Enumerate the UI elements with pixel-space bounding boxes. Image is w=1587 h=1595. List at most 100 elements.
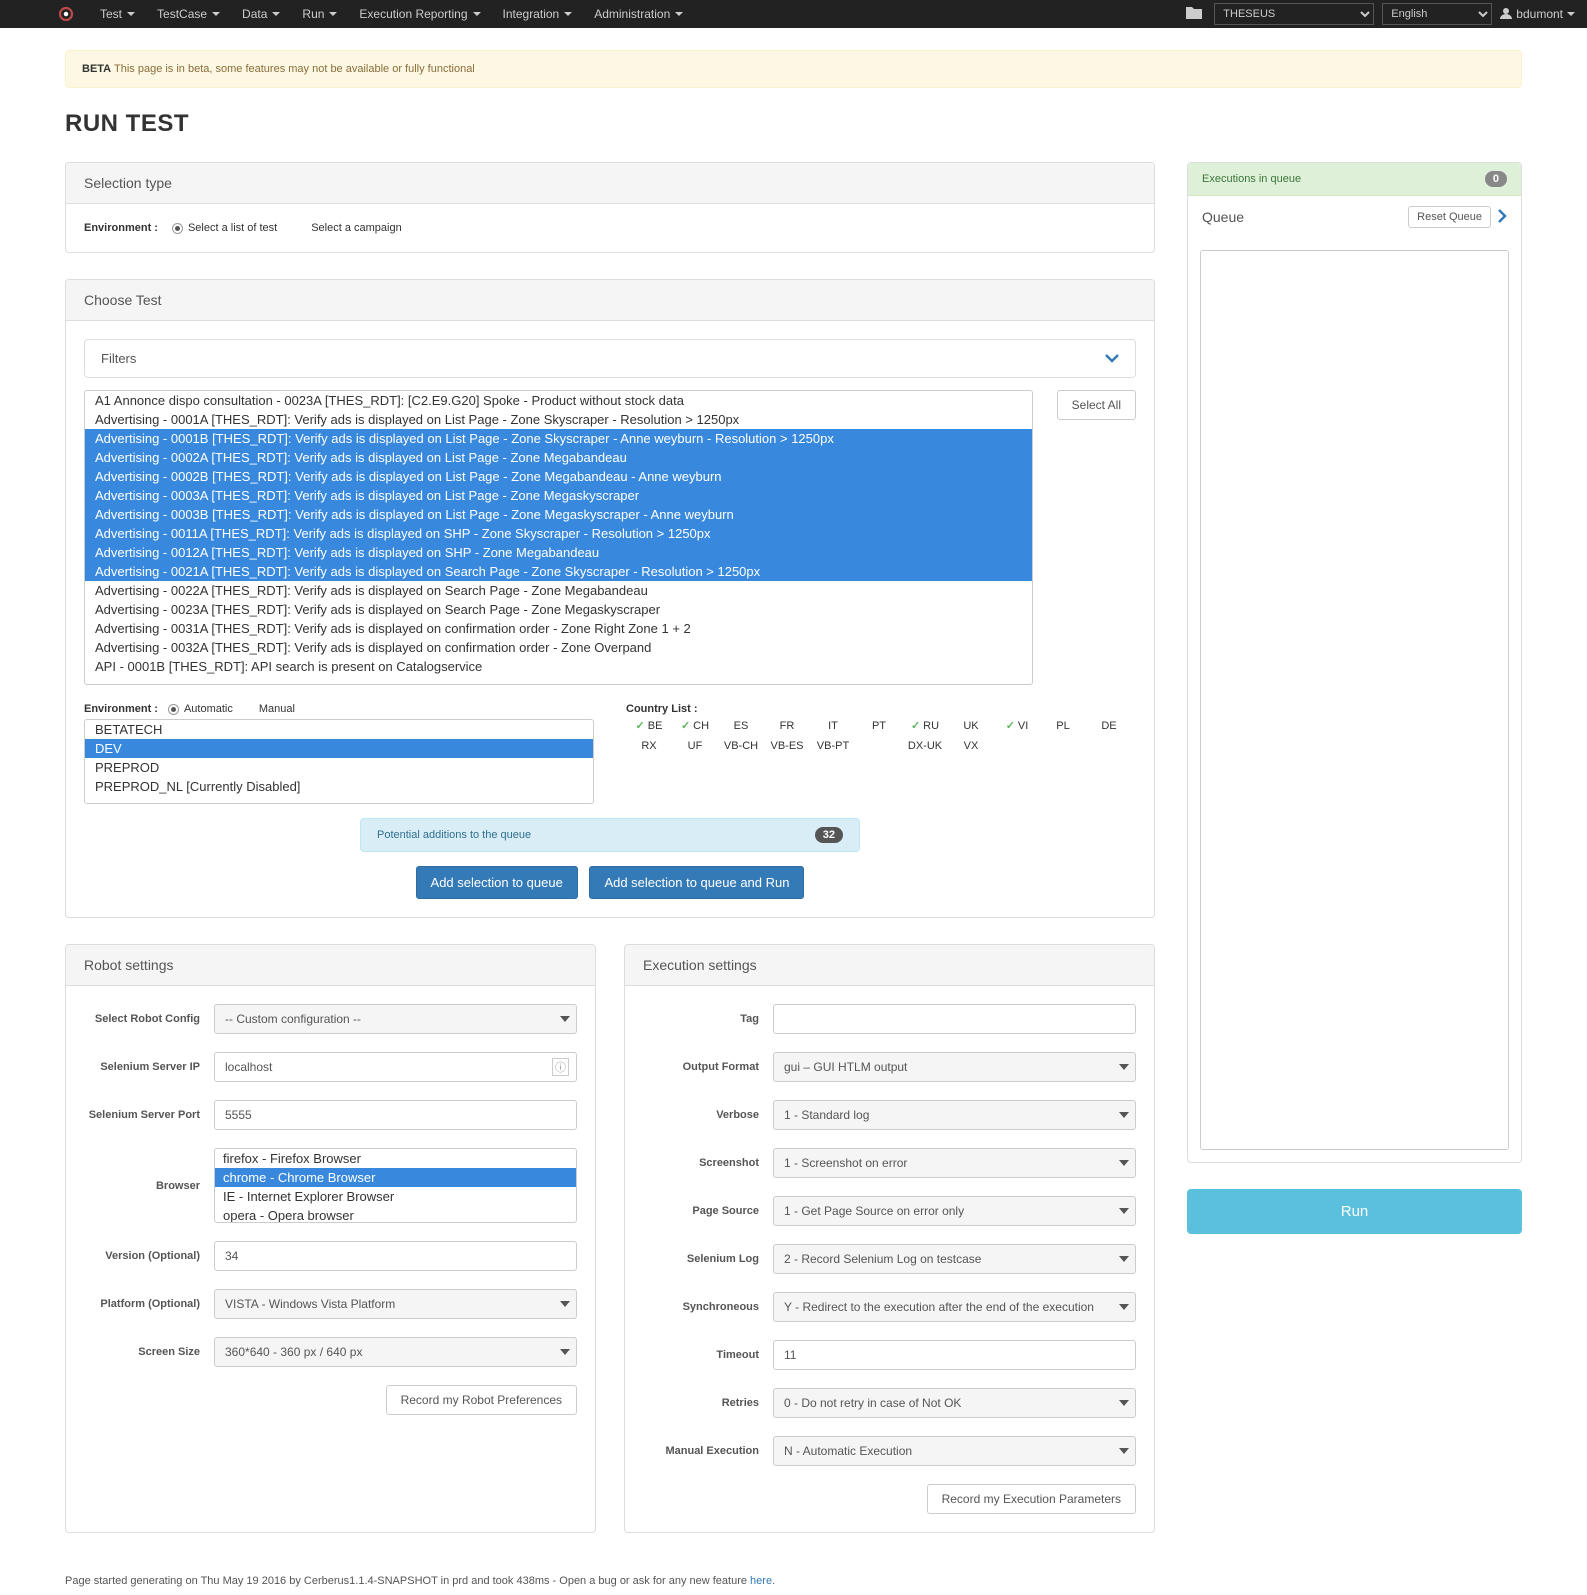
caret-icon — [564, 12, 572, 16]
country-checkbox[interactable]: UK — [948, 719, 994, 732]
test-list-item[interactable]: API - 0001B [THES_RDT]: API search is pr… — [85, 657, 1032, 676]
country-checkbox[interactable]: FR — [764, 719, 810, 732]
caret-icon — [212, 12, 220, 16]
country-checkbox[interactable]: IT — [810, 719, 856, 732]
test-list-item[interactable]: A1 Annonce dispo consultation - 0023A [T… — [85, 391, 1032, 410]
record-robot-prefs-button[interactable]: Record my Robot Preferences — [386, 1385, 577, 1415]
retries-select[interactable]: 0 - Do not retry in case of Not OK — [773, 1388, 1136, 1418]
output-format-select[interactable]: gui – GUI HTLM output — [773, 1052, 1136, 1082]
selenium-port-input[interactable] — [214, 1100, 577, 1130]
radio-list-of-test[interactable]: Select a list of test — [172, 222, 277, 234]
country-checkbox[interactable]: ✓VI — [994, 719, 1040, 732]
country-checkbox[interactable]: ✓BE — [626, 719, 672, 732]
test-list-item[interactable]: Advertising - 0022A [THES_RDT]: Verify a… — [85, 581, 1032, 600]
test-list-item[interactable]: Advertising - 0001B [THES_RDT]: Verify a… — [85, 429, 1032, 448]
timeout-input[interactable] — [773, 1340, 1136, 1370]
test-list-item[interactable]: Advertising - 0023A [THES_RDT]: Verify a… — [85, 600, 1032, 619]
country-checkbox[interactable]: DX-UK — [902, 740, 948, 752]
country-checkbox[interactable]: UF — [672, 740, 718, 752]
tag-input[interactable] — [773, 1004, 1136, 1034]
version-input[interactable] — [214, 1241, 577, 1271]
verbose-select[interactable]: 1 - Standard log — [773, 1100, 1136, 1130]
browser-list[interactable]: firefox - Firefox Browserchrome - Chrome… — [214, 1148, 577, 1223]
country-checkbox[interactable]: PT — [856, 719, 902, 732]
selenium-log-select[interactable]: 2 - Record Selenium Log on testcase — [773, 1244, 1136, 1274]
env-list-item[interactable]: PREPROD — [85, 758, 593, 777]
radio-automatic[interactable]: Automatic — [168, 703, 233, 715]
nav-administration[interactable]: Administration — [583, 7, 694, 21]
manual-exec-select[interactable]: N - Automatic Execution — [773, 1436, 1136, 1466]
nav-test[interactable]: Test — [89, 7, 146, 21]
nav-run[interactable]: Run — [291, 7, 348, 21]
robot-config-select[interactable]: -- Custom configuration -- — [214, 1004, 577, 1034]
record-exec-params-button[interactable]: Record my Execution Parameters — [927, 1484, 1136, 1514]
verbose-label: Verbose — [643, 1109, 773, 1121]
caret-icon — [329, 12, 337, 16]
country-checkbox[interactable]: DE — [1086, 719, 1132, 732]
sync-select[interactable]: Y - Redirect to the execution after the … — [773, 1292, 1136, 1322]
folder-icon[interactable] — [1186, 7, 1202, 22]
screenshot-select[interactable]: 1 - Screenshot on error — [773, 1148, 1136, 1178]
nav-testcase[interactable]: TestCase — [146, 7, 231, 21]
country-checkbox[interactable]: ✓RU — [902, 719, 948, 732]
browser-label: Browser — [84, 1180, 214, 1192]
test-list-item[interactable]: Advertising - 0031A [THES_RDT]: Verify a… — [85, 619, 1032, 638]
test-list-item[interactable]: Advertising - 0003B [THES_RDT]: Verify a… — [85, 505, 1032, 524]
nav-execution-reporting[interactable]: Execution Reporting — [348, 7, 491, 21]
reset-queue-button[interactable]: Reset Queue — [1408, 206, 1491, 228]
country-checkbox[interactable]: ✓CH — [672, 719, 718, 732]
app-logo — [57, 5, 75, 23]
caret-icon — [127, 12, 135, 16]
env-list-item[interactable]: DEV — [85, 739, 593, 758]
check-icon: ✓ — [636, 719, 645, 732]
country-checkbox[interactable]: VB-PT — [810, 740, 856, 752]
selection-type-heading: Selection type — [66, 163, 1154, 204]
country-checkbox[interactable]: VB-CH — [718, 740, 764, 752]
platform-label: Platform (Optional) — [84, 1298, 214, 1310]
select-all-button[interactable]: Select All — [1057, 390, 1136, 420]
footer-here-link[interactable]: here — [750, 1575, 772, 1587]
browser-list-item[interactable]: chrome - Chrome Browser — [215, 1168, 576, 1187]
run-button[interactable]: Run — [1187, 1189, 1522, 1234]
test-list-item[interactable]: Advertising - 0003A [THES_RDT]: Verify a… — [85, 486, 1032, 505]
add-to-queue-button[interactable]: Add selection to queue — [416, 866, 578, 899]
env-list[interactable]: BETATECHDEVPREPRODPREPROD_NL [Currently … — [84, 719, 594, 804]
chevron-right-icon[interactable] — [1497, 209, 1507, 226]
selenium-ip-label: Selenium Server IP — [84, 1061, 214, 1073]
add-to-queue-and-run-button[interactable]: Add selection to queue and Run — [589, 866, 804, 899]
browser-list-item[interactable]: IE - Internet Explorer Browser — [215, 1187, 576, 1206]
execution-settings-heading: Execution settings — [625, 945, 1154, 986]
test-list-item[interactable]: Advertising - 0032A [THES_RDT]: Verify a… — [85, 638, 1032, 657]
country-checkbox[interactable]: VB-ES — [764, 740, 810, 752]
test-list[interactable]: A1 Annonce dispo consultation - 0023A [T… — [84, 390, 1033, 685]
selenium-ip-input[interactable] — [214, 1052, 577, 1082]
test-list-item[interactable]: Advertising - 0021A [THES_RDT]: Verify a… — [85, 562, 1032, 581]
country-checkbox[interactable]: PL — [1040, 719, 1086, 732]
country-checkbox[interactable]: RX — [626, 740, 672, 752]
nav-data[interactable]: Data — [231, 7, 291, 21]
env-list-item[interactable]: BETATECH — [85, 720, 593, 739]
executions-count-badge: 0 — [1485, 171, 1507, 187]
test-list-item[interactable]: Advertising - 0001A [THES_RDT]: Verify a… — [85, 410, 1032, 429]
pagesource-select[interactable]: 1 - Get Page Source on error only — [773, 1196, 1136, 1226]
nav-integration[interactable]: Integration — [492, 7, 584, 21]
test-list-item[interactable]: Advertising - 0011A [THES_RDT]: Verify a… — [85, 524, 1032, 543]
language-select[interactable]: English — [1382, 3, 1492, 25]
screen-size-select[interactable]: 360*640 - 360 px / 640 px — [214, 1337, 577, 1367]
filters-toggle[interactable]: Filters — [84, 339, 1136, 378]
user-menu[interactable]: bdumont — [1500, 7, 1575, 22]
test-list-item[interactable]: Advertising - 0012A [THES_RDT]: Verify a… — [85, 543, 1032, 562]
country-checkbox[interactable]: ES — [718, 719, 764, 732]
radio-manual[interactable]: Manual — [259, 703, 295, 715]
test-list-item[interactable]: Advertising - 0002A [THES_RDT]: Verify a… — [85, 448, 1032, 467]
env-list-item[interactable]: PREPROD_NL [Currently Disabled] — [85, 777, 593, 796]
browser-list-item[interactable]: opera - Opera browser — [215, 1206, 576, 1223]
country-checkbox[interactable]: VX — [948, 740, 994, 752]
browser-list-item[interactable]: firefox - Firefox Browser — [215, 1149, 576, 1168]
platform-select[interactable]: VISTA - Windows Vista Platform — [214, 1289, 577, 1319]
radio-campaign[interactable]: Select a campaign — [311, 222, 402, 234]
page-title: RUN TEST — [65, 110, 1522, 138]
potential-additions-bar: Potential additions to the queue 32 — [360, 818, 860, 852]
system-select[interactable]: THESEUS — [1214, 3, 1374, 25]
test-list-item[interactable]: Advertising - 0002B [THES_RDT]: Verify a… — [85, 467, 1032, 486]
